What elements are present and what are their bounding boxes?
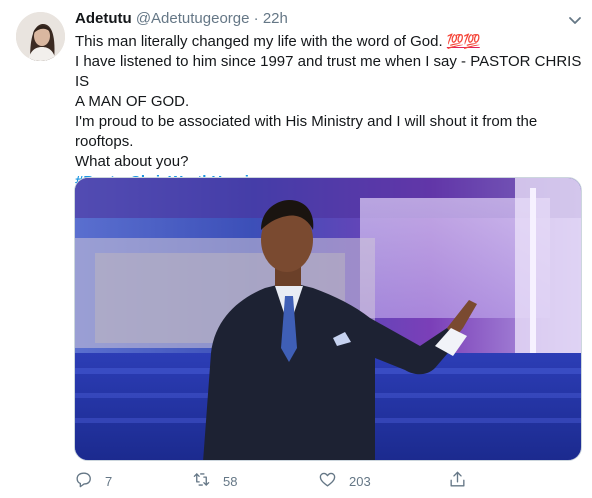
- retweet-count: 58: [223, 473, 238, 489]
- tweet-line: I'm proud to be associated with His Mini…: [75, 113, 538, 130]
- tweet-text: This man literally changed my life with …: [75, 31, 583, 192]
- retweet-icon: [192, 470, 211, 492]
- reply-count: 7: [105, 473, 113, 489]
- tweet-photo[interactable]: [74, 177, 582, 461]
- like-count: 203: [349, 473, 371, 489]
- tweet-header: Adetutu @Adetutugeorge · 22h: [75, 8, 583, 30]
- retweet-button[interactable]: 58: [192, 470, 237, 492]
- reply-icon: [74, 470, 93, 492]
- share-button[interactable]: [448, 470, 467, 492]
- display-name[interactable]: Adetutu: [75, 10, 132, 27]
- avatar[interactable]: [16, 12, 65, 61]
- tweet-actions: 7 58 203: [74, 470, 582, 494]
- like-button[interactable]: 203: [318, 470, 371, 492]
- timestamp[interactable]: 22h: [263, 10, 288, 27]
- tweet-line: I have listened to him since 1997 and tr…: [75, 53, 582, 90]
- separator-dot: ·: [253, 10, 259, 27]
- chevron-down-icon[interactable]: [567, 12, 583, 28]
- heart-icon: [318, 470, 337, 492]
- user-handle[interactable]: @Adetutugeorge: [136, 10, 250, 27]
- reply-button[interactable]: 7: [74, 470, 112, 492]
- share-icon: [448, 470, 467, 492]
- hundred-points-emoji: 💯💯: [446, 33, 481, 49]
- tweet-line: A MAN OF GOD.: [75, 93, 190, 110]
- tweet-card[interactable]: Adetutu @Adetutugeorge · 22h This man li…: [0, 0, 592, 498]
- tweet-line: What about you?: [75, 153, 189, 170]
- tweet-line: This man literally changed my life with …: [75, 33, 481, 50]
- tweet-content: Adetutu @Adetutugeorge · 22h This man li…: [75, 8, 583, 192]
- tweet-line: rooftops.: [75, 133, 134, 150]
